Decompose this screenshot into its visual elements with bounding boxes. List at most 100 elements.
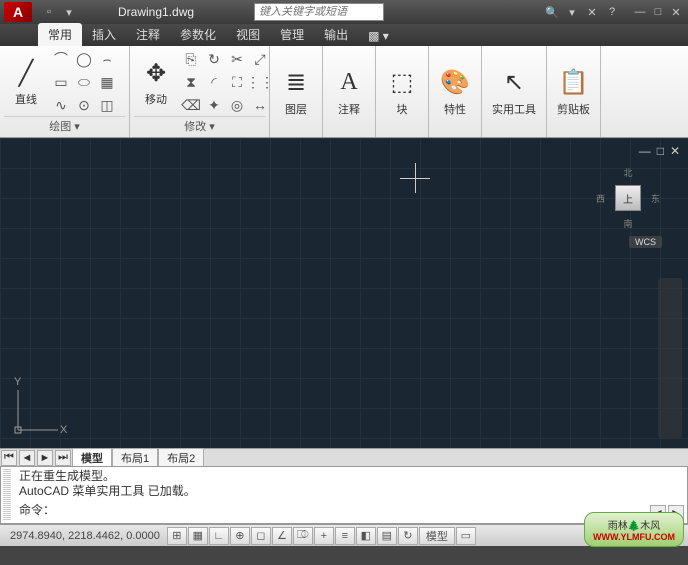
search-icon[interactable]: 🔍: [544, 4, 560, 20]
mirror-icon[interactable]: ⧗: [180, 71, 202, 93]
hatch-icon[interactable]: ▦: [96, 71, 118, 93]
fillet-icon[interactable]: ◜: [203, 71, 225, 93]
tab-manage[interactable]: 管理: [270, 23, 314, 46]
navigation-bar[interactable]: [658, 278, 682, 438]
polyline-icon[interactable]: ⌒: [50, 48, 72, 70]
tab-home[interactable]: 常用: [38, 23, 82, 46]
command-output-2: AutoCAD 菜单实用工具 已加载。: [19, 484, 681, 499]
block-icon: ⬚: [386, 67, 418, 99]
move-button[interactable]: ✥ 移动: [134, 48, 178, 116]
transparency-icon[interactable]: ◧: [356, 527, 376, 545]
exchange-icon[interactable]: ✕: [584, 4, 600, 20]
tab-view[interactable]: 视图: [226, 23, 270, 46]
viewcube[interactable]: 北 南 东 西 上: [598, 168, 658, 228]
qat-open-icon[interactable]: ▾: [60, 3, 78, 21]
copy-icon[interactable]: ⎘: [180, 48, 202, 70]
line-button[interactable]: ╱ 直线: [4, 48, 48, 116]
color-wheel-icon: 🎨: [439, 67, 471, 99]
tab-output[interactable]: 输出: [314, 23, 358, 46]
text-icon: A: [333, 67, 365, 99]
stretch-icon[interactable]: ↔: [249, 94, 271, 116]
osnap-icon[interactable]: ◻: [251, 527, 271, 545]
explode-icon[interactable]: ✦: [203, 94, 225, 116]
status-layout-icon[interactable]: ▭: [456, 527, 476, 545]
help-icon[interactable]: ?: [604, 4, 620, 20]
viewcube-south[interactable]: 南: [623, 217, 632, 230]
tab-parametric[interactable]: 参数化: [170, 23, 226, 46]
region-icon[interactable]: ◫: [96, 94, 118, 116]
drawing-canvas[interactable]: — □ ✕ 北 南 东 西 上 WCS Y X: [0, 138, 688, 448]
array-icon[interactable]: ⋮⋮: [249, 71, 271, 93]
tab-layout1[interactable]: 布局1: [112, 448, 158, 468]
viewcube-west[interactable]: 西: [596, 192, 605, 205]
selection-cycle-icon[interactable]: ↻: [398, 527, 418, 545]
viewport-minimize-icon[interactable]: —: [639, 144, 651, 158]
erase-icon[interactable]: ⌫: [180, 94, 202, 116]
watermark-url: WWW.YLMFU.COM: [593, 532, 675, 542]
rectangle-icon[interactable]: ▭: [50, 71, 72, 93]
app-menu-icon[interactable]: A: [4, 2, 32, 22]
otrack-icon[interactable]: ∠: [272, 527, 292, 545]
ortho-icon[interactable]: ∟: [209, 527, 229, 545]
maximize-icon[interactable]: □: [650, 4, 666, 20]
layer-button[interactable]: ≣图层: [274, 58, 318, 126]
extend-icon[interactable]: ⤢: [249, 48, 271, 70]
crosshair-cursor: [400, 163, 430, 193]
viewcube-east[interactable]: 东: [651, 192, 660, 205]
clipboard-button[interactable]: 📋剪贴板: [551, 58, 596, 126]
block-button[interactable]: ⬚块: [380, 58, 424, 126]
ucs-icon: [8, 380, 68, 440]
dyn-icon[interactable]: +: [314, 527, 334, 545]
wcs-badge[interactable]: WCS: [629, 236, 662, 248]
panel-modify-title[interactable]: 修改 ▾: [134, 116, 265, 135]
rotate-icon[interactable]: ↻: [203, 48, 225, 70]
help-search-input[interactable]: [254, 3, 384, 21]
scale-icon[interactable]: ⛶: [226, 71, 248, 93]
ellipse-icon[interactable]: ⬭: [73, 71, 95, 93]
watermark: 雨林🌲木风 WWW.YLMFU.COM: [584, 512, 684, 547]
ribbon-tabs: 常用 插入 注释 参数化 视图 管理 输出 ▩ ▾: [0, 24, 688, 46]
qat-new-icon[interactable]: ▫: [40, 3, 58, 21]
command-output-1: 正在重生成模型。: [19, 469, 681, 484]
tab-insert[interactable]: 插入: [82, 23, 126, 46]
tab-model-space[interactable]: 模型: [72, 448, 112, 468]
panel-draw-title[interactable]: 绘图 ▾: [4, 116, 125, 135]
tab-layout2[interactable]: 布局2: [158, 448, 204, 468]
utilities-button[interactable]: ↖实用工具: [486, 58, 542, 126]
close-icon[interactable]: ✕: [668, 4, 684, 20]
circle-icon[interactable]: ◯: [73, 48, 95, 70]
spline-icon[interactable]: ∿: [50, 94, 72, 116]
tab-expand-icon[interactable]: ▩ ▾: [358, 26, 399, 46]
coordinates-display[interactable]: 2974.8940, 2218.4462, 0.0000: [4, 530, 166, 542]
line-icon: ╱: [10, 57, 42, 89]
trim-icon[interactable]: ✂: [226, 48, 248, 70]
quickprops-icon[interactable]: ▤: [377, 527, 397, 545]
tab-annotate[interactable]: 注释: [126, 23, 170, 46]
point-icon[interactable]: ⊙: [73, 94, 95, 116]
properties-button[interactable]: 🎨特性: [433, 58, 477, 126]
layout-last-icon[interactable]: ⏭: [55, 450, 71, 466]
layout-next-icon[interactable]: ►: [37, 450, 53, 466]
viewport-maximize-icon[interactable]: □: [657, 144, 664, 158]
layout-first-icon[interactable]: ⏮: [1, 450, 17, 466]
arc-icon[interactable]: ⌢: [96, 48, 118, 70]
ducs-icon[interactable]: ⎄: [293, 527, 313, 545]
minimize-icon[interactable]: —: [632, 4, 648, 20]
command-handle-icon[interactable]: [3, 469, 11, 521]
viewcube-top[interactable]: 上: [615, 185, 641, 211]
layout-prev-icon[interactable]: ◄: [19, 450, 35, 466]
lineweight-icon[interactable]: ≡: [335, 527, 355, 545]
viewport-close-icon[interactable]: ✕: [670, 144, 680, 158]
command-prompt: 命令：: [19, 503, 681, 518]
annotation-button[interactable]: A注释: [327, 58, 371, 126]
move-icon: ✥: [140, 57, 172, 89]
offset-icon[interactable]: ◎: [226, 94, 248, 116]
snap-mode-icon[interactable]: ⊞: [167, 527, 187, 545]
grid-icon[interactable]: ▦: [188, 527, 208, 545]
modelspace-toggle[interactable]: 模型: [419, 527, 455, 545]
signin-icon[interactable]: ▾: [564, 4, 580, 20]
layer-icon: ≣: [280, 67, 312, 99]
viewcube-north[interactable]: 北: [623, 166, 632, 179]
polar-icon[interactable]: ⊕: [230, 527, 250, 545]
cursor-icon: ↖: [498, 67, 530, 99]
